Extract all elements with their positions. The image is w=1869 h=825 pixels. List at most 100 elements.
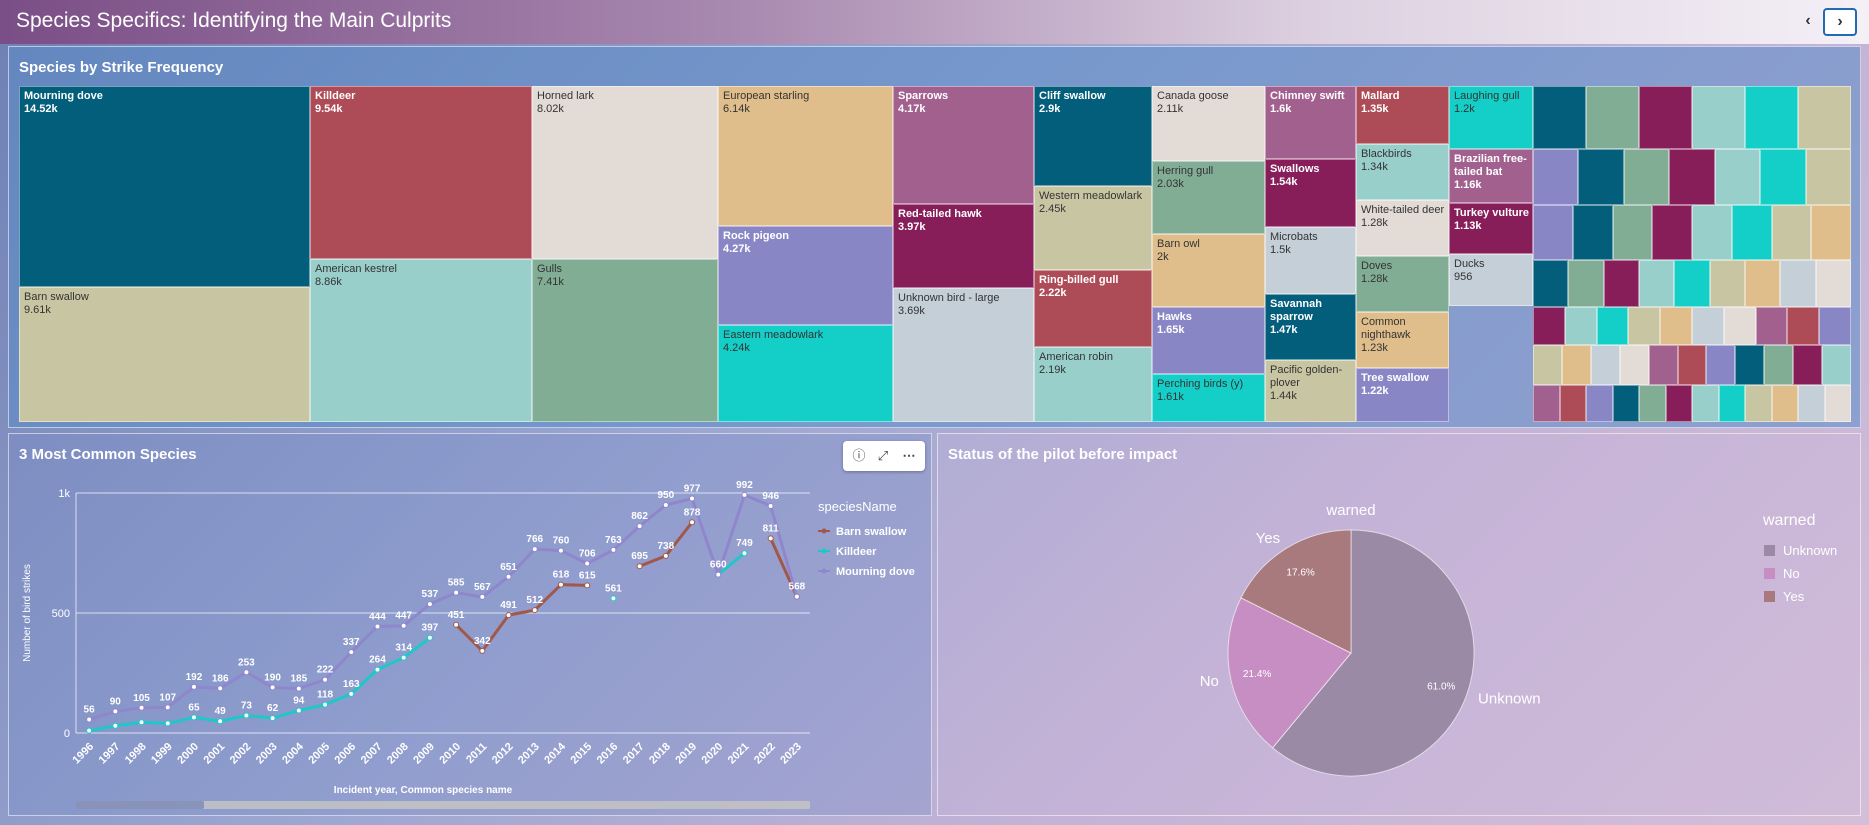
treemap-tile[interactable] <box>1706 345 1736 385</box>
data-point[interactable] <box>505 612 512 619</box>
data-point[interactable] <box>295 707 302 714</box>
treemap-tile[interactable] <box>1771 205 1812 260</box>
treemap-tile[interactable]: Sparrows 4.17k <box>893 86 1034 204</box>
treemap-tile[interactable]: Eastern meadowlark 4.24k <box>718 325 893 422</box>
treemap-tile[interactable]: Microbats 1.5k <box>1265 227 1356 294</box>
treemap-tile[interactable] <box>1723 307 1756 345</box>
data-point[interactable] <box>741 491 748 498</box>
treemap-tile[interactable]: Brazilian free-tailed bat 1.16k <box>1449 149 1533 203</box>
treemap-tile[interactable]: Tree swallow 1.22k <box>1356 368 1449 422</box>
data-point[interactable] <box>374 666 381 673</box>
treemap-tile[interactable] <box>1811 205 1851 260</box>
treemap-tile[interactable]: Hawks 1.65k <box>1152 307 1265 374</box>
treemap-tile[interactable] <box>1596 307 1629 345</box>
treemap-tile[interactable]: Horned lark 8.02k <box>532 86 718 259</box>
treemap-tile[interactable] <box>1559 385 1586 422</box>
data-point[interactable] <box>400 622 407 629</box>
treemap-tile[interactable] <box>1692 205 1732 260</box>
data-point[interactable] <box>243 712 250 719</box>
treemap-tile[interactable]: Western meadowlark 2.45k <box>1034 186 1152 270</box>
data-point[interactable] <box>610 595 617 602</box>
previous-sheet-button[interactable]: ‹ <box>1793 9 1823 35</box>
treemap-tile[interactable] <box>1714 149 1761 205</box>
treemap-tile[interactable] <box>1745 260 1781 307</box>
legend-item[interactable]: Barn swallow <box>836 526 907 538</box>
data-point[interactable] <box>715 571 722 578</box>
treemap-tile[interactable]: Chimney swift 1.6k <box>1265 86 1356 159</box>
treemap-tile[interactable] <box>1787 307 1820 345</box>
data-point[interactable] <box>138 704 145 711</box>
treemap-tile[interactable] <box>1623 149 1670 205</box>
data-point[interactable] <box>636 563 643 570</box>
treemap-tile[interactable] <box>1692 385 1719 422</box>
treemap-tile[interactable]: Mallard 1.35k <box>1356 86 1449 144</box>
treemap-tile[interactable] <box>1764 345 1794 385</box>
data-point[interactable] <box>426 634 433 641</box>
treemap-tile[interactable] <box>1533 345 1562 385</box>
treemap-tile[interactable]: Unknown bird - large 3.69k <box>893 288 1034 422</box>
pie-legend-item[interactable]: Unknown <box>1783 543 1837 558</box>
treemap-tile[interactable]: Savannah sparrow 1.47k <box>1265 294 1356 360</box>
treemap-tile[interactable] <box>1824 385 1851 422</box>
treemap-tile[interactable]: Rock pigeon 4.27k <box>718 226 893 325</box>
data-point[interactable] <box>400 654 407 661</box>
data-point[interactable] <box>741 550 748 557</box>
pie-legend-item[interactable]: No <box>1783 566 1800 581</box>
data-point[interactable] <box>322 701 329 708</box>
treemap-tile[interactable]: Red-tailed hawk 3.97k <box>893 204 1034 288</box>
treemap-tile[interactable]: American robin 2.19k <box>1034 347 1152 422</box>
pie-chart[interactable]: warned 61.0% Unknown 21.4% No 17.6% Yes warned U… <box>937 433 1861 816</box>
legend-item[interactable]: Killdeer <box>836 546 877 558</box>
data-point[interactable] <box>610 546 617 553</box>
treemap-tile[interactable]: Pacific golden-plover 1.44k <box>1265 360 1356 422</box>
data-point[interactable] <box>767 502 774 509</box>
data-point[interactable] <box>636 523 643 530</box>
treemap-tile[interactable] <box>1572 205 1613 260</box>
data-point[interactable] <box>190 714 197 721</box>
treemap-tile[interactable] <box>1735 345 1765 385</box>
data-point[interactable] <box>348 649 355 656</box>
treemap-tile[interactable] <box>1603 260 1639 307</box>
data-point[interactable] <box>584 560 591 567</box>
data-point[interactable] <box>348 690 355 697</box>
treemap-tile[interactable] <box>1755 307 1788 345</box>
treemap-tile[interactable] <box>1798 385 1825 422</box>
treemap-tile[interactable]: American kestrel 8.86k <box>310 259 532 422</box>
data-point[interactable] <box>557 547 564 554</box>
treemap-tile[interactable]: Mourning dove 14.52k <box>19 86 310 287</box>
data-point[interactable] <box>164 720 171 727</box>
treemap-tile[interactable] <box>1533 385 1560 422</box>
legend-item[interactable]: Mourning dove <box>836 566 915 578</box>
treemap-tile[interactable] <box>1586 86 1639 149</box>
treemap-tile[interactable]: European starling 6.14k <box>718 86 893 226</box>
treemap-tile[interactable] <box>1612 385 1639 422</box>
treemap-tile[interactable]: Barn owl 2k <box>1152 234 1265 307</box>
treemap-tile[interactable] <box>1745 86 1798 149</box>
data-point[interactable] <box>689 519 696 526</box>
treemap-tile[interactable] <box>1677 345 1707 385</box>
data-point[interactable] <box>662 552 669 559</box>
treemap-tile[interactable]: Barn swallow 9.61k <box>19 287 310 422</box>
treemap-tile[interactable] <box>1780 260 1816 307</box>
treemap-tile[interactable]: Laughing gull 1.2k <box>1449 86 1533 149</box>
data-point[interactable] <box>217 718 224 725</box>
treemap-tile[interactable] <box>1709 260 1745 307</box>
treemap-tile[interactable]: Canada goose 2.11k <box>1152 86 1265 161</box>
treemap-tile[interactable] <box>1612 205 1653 260</box>
data-point[interactable] <box>374 623 381 630</box>
data-point[interactable] <box>138 719 145 726</box>
treemap-tile[interactable] <box>1533 205 1573 260</box>
data-point[interactable] <box>426 601 433 608</box>
treemap-tile[interactable] <box>1731 205 1772 260</box>
treemap-tile[interactable] <box>1805 149 1851 205</box>
treemap-tile[interactable] <box>1533 149 1579 205</box>
treemap-tile[interactable]: Common nighthawk 1.23k <box>1356 312 1449 368</box>
treemap-tile[interactable] <box>1639 385 1666 422</box>
treemap-tile[interactable] <box>1533 260 1569 307</box>
data-point[interactable] <box>453 589 460 596</box>
treemap-tile[interactable] <box>1533 86 1586 149</box>
treemap-tile[interactable] <box>1578 149 1624 205</box>
treemap-tile[interactable] <box>1692 86 1745 149</box>
treemap-tile[interactable] <box>1793 345 1823 385</box>
data-point[interactable] <box>505 573 512 580</box>
